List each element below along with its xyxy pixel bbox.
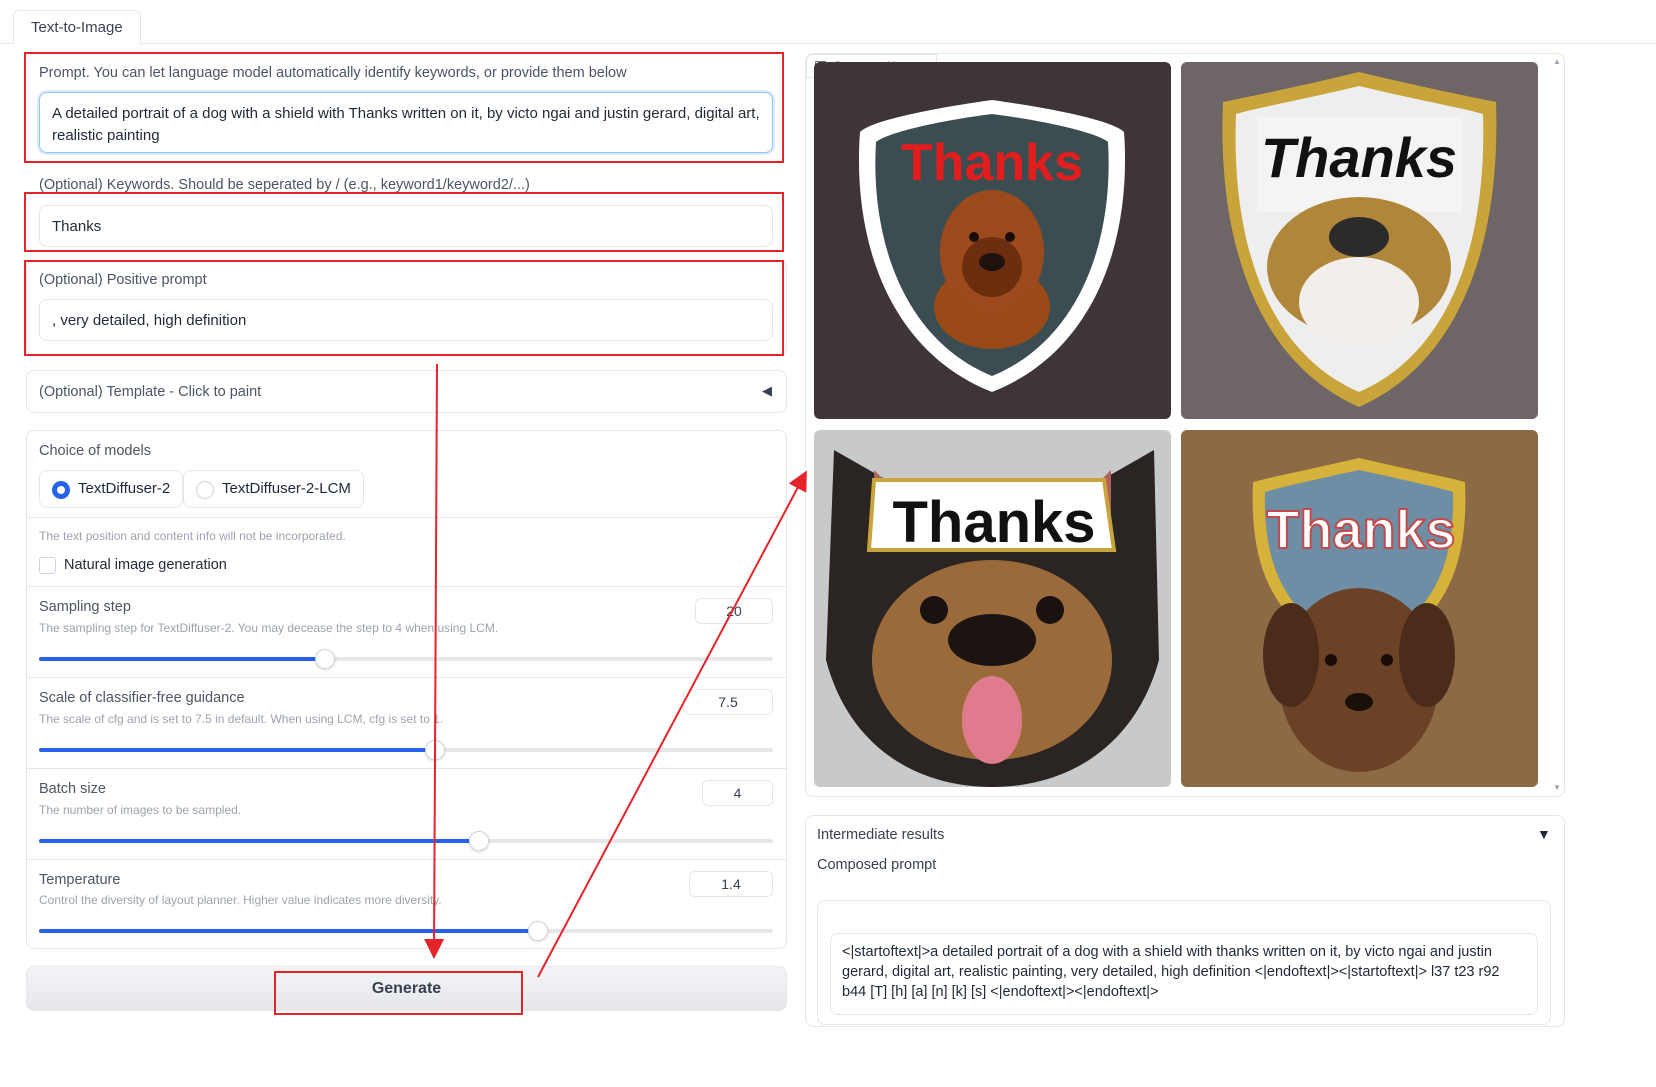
slider-info: The scale of cfg and is set to 7.5 in de… (39, 712, 444, 726)
generate-button[interactable]: Generate (26, 966, 787, 1011)
dog-shield-dark-image: Thanks (814, 62, 1171, 419)
brown-dog-blue-shield-image: Thanks (1181, 430, 1538, 787)
sampling-step-slider[interactable] (39, 649, 773, 669)
slider-fill (39, 748, 436, 752)
bulldog-shield-image: Thanks (1181, 62, 1538, 419)
slider-label: Batch size (39, 781, 106, 797)
temperature-number[interactable]: 1.4 (689, 871, 773, 897)
collapse-arrow-icon[interactable]: ▼ (1537, 826, 1551, 842)
tab-bar: Text-to-Image (0, 0, 1656, 45)
generated-image-4[interactable]: Thanks (1181, 430, 1538, 787)
models-label: Choice of models (39, 443, 152, 459)
collapse-arrow-icon: ◀ (762, 383, 772, 398)
generated-image-1[interactable]: Thanks (814, 62, 1171, 419)
slider-fill (39, 929, 539, 933)
template-accordion[interactable]: (Optional) Template - Click to paint ◀ (26, 370, 787, 413)
sampling-step-number[interactable]: 20 (695, 598, 773, 624)
generated-image-3[interactable]: Thanks (814, 430, 1171, 787)
divider (27, 677, 786, 678)
prompt-textarea[interactable]: A detailed portrait of a dog with a shie… (39, 92, 773, 153)
keywords-input[interactable]: Thanks (39, 205, 773, 247)
keywords-label: (Optional) Keywords. Should be seperated… (39, 177, 530, 193)
divider (27, 517, 786, 518)
template-label: (Optional) Template - Click to paint (39, 384, 262, 400)
image-caption: Thanks (901, 134, 1083, 192)
batch-size-slider[interactable] (39, 831, 773, 851)
model-option-textdiffuser-2[interactable]: TextDiffuser-2 (39, 470, 184, 508)
slider-fill (39, 657, 326, 661)
slider-fill (39, 839, 480, 843)
divider (27, 859, 786, 860)
gallery-scrollbar[interactable]: ▲ ▼ (1549, 53, 1563, 796)
slider-info: The number of images to be sampled. (39, 803, 242, 817)
generated-image-2[interactable]: Thanks (1181, 62, 1538, 419)
natural-label: Natural image generation (64, 557, 227, 573)
radio-selected-icon (52, 481, 70, 499)
model-option-textdiffuser-2-lcm[interactable]: TextDiffuser-2-LCM (183, 470, 364, 508)
slider-label: Scale of classifier-free guidance (39, 690, 245, 706)
natural-info: The text position and content info will … (39, 529, 346, 543)
slider-label: Sampling step (39, 599, 131, 615)
slider-info: The sampling step for TextDiffuser-2. Yo… (39, 621, 499, 635)
tab-text-to-image[interactable]: Text-to-Image (13, 10, 141, 45)
positive-prompt-label: (Optional) Positive prompt (39, 272, 207, 288)
temperature-slider[interactable] (39, 921, 773, 941)
slider-thumb[interactable] (528, 921, 549, 941)
prompt-label: Prompt. You can let language model autom… (39, 65, 627, 81)
positive-prompt-input[interactable]: , very detailed, high definition (39, 299, 773, 341)
cfg-scale-slider[interactable] (39, 740, 773, 760)
composed-prompt-label: Composed prompt (817, 857, 937, 873)
batch-size-number[interactable]: 4 (702, 780, 773, 806)
pug-sign-image: Thanks (814, 430, 1171, 787)
image-caption: Thanks (1266, 500, 1455, 560)
image-caption: Thanks (1261, 126, 1457, 189)
image-caption: Thanks (892, 490, 1095, 555)
intermediate-label[interactable]: Intermediate results (817, 827, 944, 843)
divider (27, 768, 786, 769)
slider-info: Control the diversity of layout planner.… (39, 893, 442, 907)
radio-unselected-icon (196, 481, 214, 499)
composed-prompt-text[interactable]: <|startoftext|>a detailed portrait of a … (830, 933, 1538, 1015)
divider (27, 586, 786, 587)
cfg-scale-number[interactable]: 7.5 (683, 689, 773, 715)
natural-checkbox[interactable] (39, 557, 56, 574)
slider-label: Temperature (39, 872, 121, 888)
